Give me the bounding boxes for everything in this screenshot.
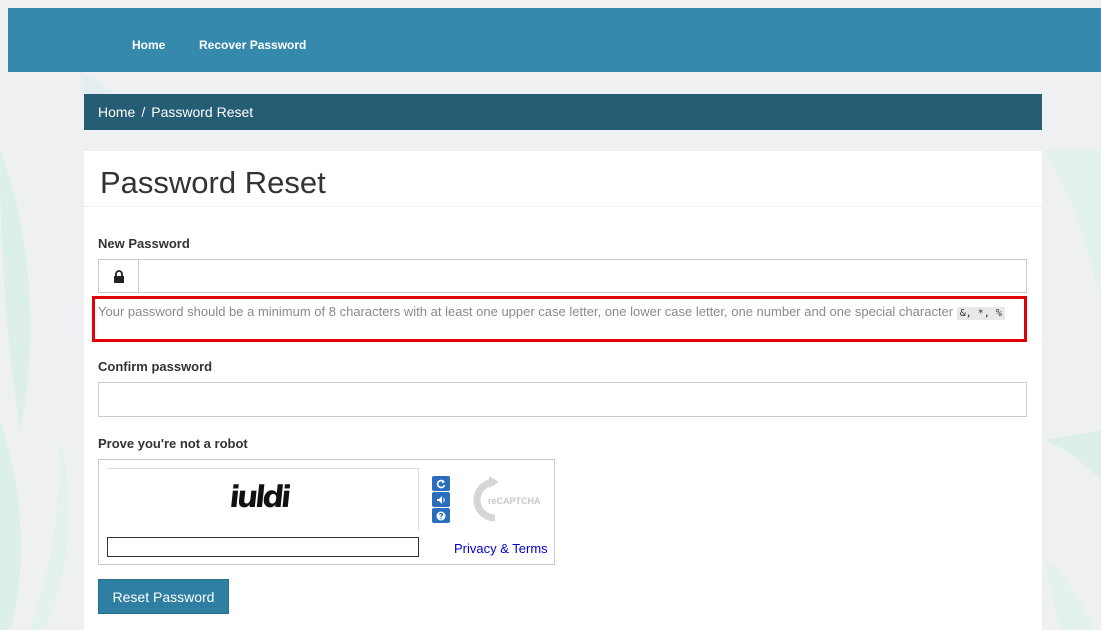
recaptcha-brand-text: reCAPTCHA: [488, 496, 541, 506]
top-navbar: Home Recover Password: [8, 8, 1101, 72]
confirm-password-input[interactable]: [98, 382, 1027, 417]
password-reset-panel: Password Reset New Password Your passwor…: [84, 151, 1042, 630]
new-password-group: [98, 259, 1027, 293]
new-password-label: New Password: [98, 236, 190, 251]
nav-recover-password-link[interactable]: Recover Password: [199, 38, 306, 52]
new-password-input[interactable]: [140, 260, 1026, 292]
captcha-widget: iuldi reCAPTCHA Privacy & Terms: [98, 459, 555, 565]
captcha-challenge-text: iuldi: [228, 480, 291, 515]
captcha-label: Prove you're not a robot: [98, 436, 248, 451]
help-icon[interactable]: [432, 508, 450, 523]
privacy-terms-link[interactable]: Privacy & Terms: [454, 541, 548, 556]
breadcrumb-home-link[interactable]: Home: [98, 104, 135, 120]
nav-home-link[interactable]: Home: [132, 38, 165, 52]
password-help-text: Your password should be a minimum of 8 c…: [98, 302, 1023, 324]
captcha-image: iuldi: [107, 468, 419, 530]
captcha-controls: [432, 476, 450, 524]
breadcrumb: Home / Password Reset: [84, 94, 1042, 130]
page-title: Password Reset: [100, 165, 326, 200]
breadcrumb-current: Password Reset: [151, 104, 254, 120]
password-requirements: Your password should be a minimum of 8 c…: [98, 304, 954, 319]
audio-icon[interactable]: [432, 492, 450, 507]
lock-icon: [99, 260, 139, 292]
recaptcha-logo-icon: reCAPTCHA: [473, 476, 541, 522]
confirm-password-label: Confirm password: [98, 359, 213, 374]
reset-password-button[interactable]: Reset Password: [98, 579, 229, 614]
refresh-icon[interactable]: [432, 476, 450, 491]
breadcrumb-separator: /: [141, 104, 146, 120]
title-divider: [84, 206, 1042, 207]
captcha-answer-input[interactable]: [107, 537, 419, 557]
special-characters: &, *, %: [956, 307, 1005, 320]
